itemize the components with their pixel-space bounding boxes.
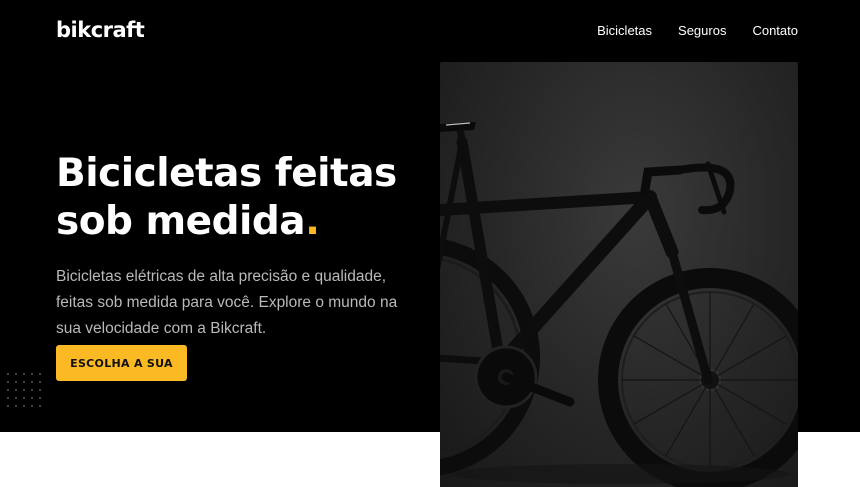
hero-title-text: Bicicletas feitas sob medida bbox=[56, 151, 397, 244]
bike-crankset bbox=[474, 345, 575, 409]
bicycle-illustration bbox=[440, 122, 798, 487]
bike-frame bbox=[440, 136, 713, 385]
nav-item-contato[interactable]: Contato bbox=[752, 23, 798, 38]
hero-title-dot: . bbox=[305, 199, 320, 244]
hero-bike-image bbox=[440, 62, 798, 487]
main-nav: Bicicletas Seguros Contato bbox=[597, 23, 798, 38]
hero-title: Bicicletas feitas sob medida. bbox=[56, 150, 426, 246]
nav-item-seguros[interactable]: Seguros bbox=[678, 23, 726, 38]
front-wheel bbox=[598, 268, 798, 487]
hero-description: Bicicletas elétricas de alta precisão e … bbox=[56, 268, 398, 337]
brand-logo[interactable]: bikcraft bbox=[56, 18, 145, 42]
dot-grid-icon bbox=[7, 373, 41, 407]
choose-yours-button[interactable]: ESCOLHA A SUA bbox=[56, 345, 187, 381]
nav-item-bicicletas[interactable]: Bicicletas bbox=[597, 23, 652, 38]
